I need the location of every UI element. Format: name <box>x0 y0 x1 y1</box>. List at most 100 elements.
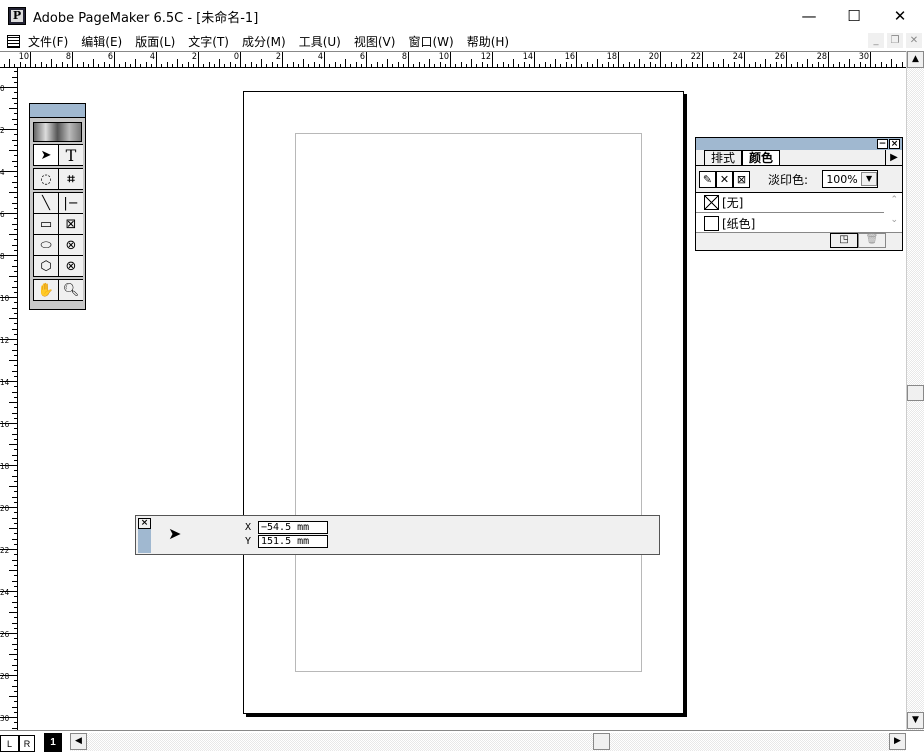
scroll-down-icon[interactable]: ⌄ <box>890 215 898 225</box>
ruler-tick <box>14 333 17 335</box>
maximize-button[interactable]: ☐ <box>831 0 877 32</box>
ruler-tick <box>875 64 877 67</box>
x-position-field[interactable]: −54.5 mm <box>258 521 328 534</box>
ruler-tick <box>14 417 17 419</box>
rectangle-tool-icon[interactable]: ▭ <box>34 214 58 234</box>
ruler-tick <box>182 64 184 67</box>
ruler-tick <box>14 312 17 314</box>
pointer-tool-icon[interactable]: ➤ <box>34 145 58 165</box>
trash-icon[interactable]: 🗑︎ <box>858 233 886 248</box>
ruler-tick <box>250 62 252 67</box>
vertical-scroll-thumb[interactable] <box>907 385 924 401</box>
menu-element[interactable]: 成分(M) <box>242 33 286 50</box>
left-master-page-icon[interactable]: L <box>0 735 19 752</box>
ruler-label: 24 <box>0 588 10 597</box>
rectangle-frame-tool-icon[interactable]: ⊠ <box>59 214 83 234</box>
ruler-tick <box>14 134 17 136</box>
ruler-tick <box>282 52 283 67</box>
doc-minimize-button[interactable]: _ <box>868 33 884 48</box>
ruler-tick <box>14 270 17 272</box>
menu-window[interactable]: 窗口(W) <box>408 33 453 50</box>
palette-menu-arrow-icon[interactable]: ▶ <box>885 150 902 165</box>
palette-close-button[interactable]: × <box>889 139 900 149</box>
ruler-tick <box>14 386 17 388</box>
ruler-tick <box>108 64 110 67</box>
palette-minimize-button[interactable]: − <box>877 139 888 149</box>
right-master-page-icon[interactable]: R <box>19 735 35 752</box>
ruler-label: 22 <box>690 52 701 62</box>
polygon-frame-tool-icon[interactable]: ⊗ <box>59 256 83 276</box>
menu-edit[interactable]: 编辑(E) <box>81 33 122 50</box>
scroll-right-button[interactable]: ▶ <box>889 733 906 750</box>
y-position-field[interactable]: 151.5 mm <box>258 535 328 548</box>
document-icon[interactable] <box>7 34 20 48</box>
new-color-icon[interactable]: ◳ <box>830 233 858 248</box>
menu-view[interactable]: 视图(V) <box>354 33 396 50</box>
menu-type[interactable]: 文字(T) <box>188 33 229 50</box>
ruler-tick <box>14 228 17 230</box>
vertical-ruler[interactable]: 0 2 4 6 8 10 12 14 16 18 20 22 24 26 28 30 <box>0 68 18 730</box>
page-1-icon[interactable]: 1 <box>44 733 62 752</box>
pagemaker-app-icon[interactable]: P <box>8 7 26 25</box>
horizontal-scroll-thumb[interactable] <box>593 733 610 750</box>
list-item[interactable]: [无] <box>696 193 884 213</box>
crop-tool-icon[interactable]: ⌗ <box>59 169 83 189</box>
zoom-tool-icon[interactable]: 🔍︎ <box>59 280 83 300</box>
ellipse-frame-tool-icon[interactable]: ⊗ <box>59 235 83 255</box>
control-palette-close-button[interactable]: × <box>138 518 151 529</box>
ruler-tick <box>376 62 378 67</box>
scroll-down-button[interactable]: ▼ <box>907 712 924 729</box>
ruler-tick <box>770 64 772 67</box>
ruler-tick <box>807 59 808 67</box>
minimize-button[interactable]: — <box>786 0 832 32</box>
colors-palette: − × 排式 颜色 ▶ ✎ ✕ ⊠ 淡印色: 100% ▼ [无] [纸色] ⌃… <box>695 137 903 251</box>
scroll-up-icon[interactable]: ⌃ <box>890 195 898 205</box>
tab-colors[interactable]: 颜色 <box>742 150 781 165</box>
ruler-tick <box>14 533 17 535</box>
text-tool-icon[interactable]: T <box>59 145 83 165</box>
title-bar: P Adobe PageMaker 6.5C - [未命名-1] — ☐ ✕ <box>0 0 924 32</box>
close-button[interactable]: ✕ <box>877 0 923 32</box>
stroke-icon[interactable]: ✎ <box>699 170 716 188</box>
ruler-label: 28 <box>816 52 827 62</box>
ellipse-tool-icon[interactable]: ⬭ <box>34 235 58 255</box>
menu-layout[interactable]: 版面(L) <box>135 33 175 50</box>
polygon-tool-icon[interactable]: ⬡ <box>34 256 58 276</box>
horizontal-ruler[interactable]: 1086420246810121416182022242628303 <box>0 51 906 68</box>
horizontal-scrollbar[interactable]: ◀ ▶ <box>70 733 906 751</box>
rotate-tool-icon[interactable]: ◌ <box>34 169 58 189</box>
ruler-tick <box>12 76 17 78</box>
chevron-down-icon[interactable]: ▼ <box>861 172 878 186</box>
tint-select[interactable]: 100% ▼ <box>822 170 879 188</box>
constrained-line-tool-icon[interactable]: |− <box>59 193 83 213</box>
palette-title-bar[interactable]: − × <box>696 138 902 150</box>
ruler-tick <box>12 433 17 435</box>
menu-file[interactable]: 文件(F) <box>28 33 68 50</box>
both-icon[interactable]: ⊠ <box>733 170 750 188</box>
ruler-tick <box>203 64 205 67</box>
ruler-tick <box>864 64 866 67</box>
menu-utilities[interactable]: 工具(U) <box>299 33 341 50</box>
vertical-scrollbar[interactable]: ▲ ▼ <box>906 51 924 730</box>
tab-styles[interactable]: 排式 <box>704 150 743 165</box>
scroll-up-button[interactable]: ▲ <box>907 51 924 68</box>
ruler-tick <box>334 62 336 67</box>
ruler-tick <box>738 64 740 67</box>
ruler-tick <box>749 64 751 67</box>
scroll-left-button[interactable]: ◀ <box>70 733 87 750</box>
ruler-label: 24 <box>732 52 743 62</box>
ruler-tick <box>140 64 142 67</box>
doc-close-button[interactable]: ✕ <box>906 33 922 48</box>
hand-tool-icon[interactable]: ✋ <box>34 280 58 300</box>
ruler-tick <box>14 648 17 650</box>
ruler-tick <box>318 64 320 67</box>
line-tool-icon[interactable]: ╲ <box>34 193 58 213</box>
doc-restore-button[interactable]: ❐ <box>887 33 903 48</box>
ruler-tick <box>901 62 903 67</box>
menu-help[interactable]: 帮助(H) <box>467 33 509 50</box>
ruler-tick <box>14 585 17 587</box>
ruler-tick <box>828 52 829 67</box>
fill-icon[interactable]: ✕ <box>716 170 733 188</box>
list-item[interactable]: [纸色] <box>696 213 884 233</box>
toolbox-title-bar[interactable] <box>30 104 85 118</box>
